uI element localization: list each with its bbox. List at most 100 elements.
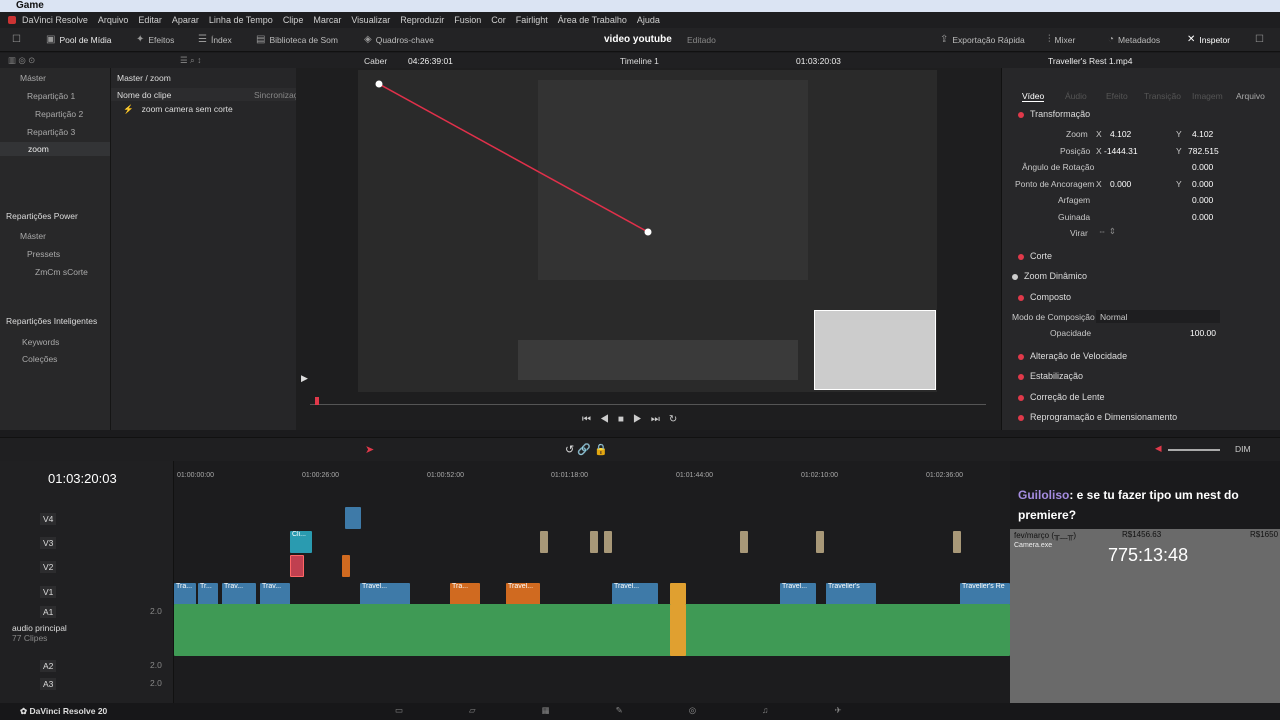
menu-item[interactable]: Aparar [172,15,199,25]
timeline-clip[interactable] [290,555,304,577]
tab-effect[interactable]: Efeito [1106,91,1128,101]
crop-section[interactable]: Corte [1018,251,1052,261]
keywords-bin[interactable]: Keywords [22,337,59,347]
scrubber-bar[interactable] [310,404,986,405]
tab-transition[interactable]: Transição [1144,91,1181,101]
quick-export-button[interactable]: ⇪ Exportação Rápida [940,28,1025,52]
timeline-clip[interactable] [590,531,598,553]
timeline-clip[interactable]: Travel... [612,583,658,605]
list-view-icon[interactable]: ☰ ⌕ ↕ [180,55,201,66]
retime-scaling-section[interactable]: Reprogramação e Dimensionamento [1018,412,1177,422]
transform-section[interactable]: Transformação [1018,109,1090,119]
index-button[interactable]: ☰ Índex [198,28,232,52]
media-pool-button[interactable]: ▣ Pool de Mídia [46,28,111,52]
timeline-clip[interactable] [740,531,748,553]
menu-item[interactable]: DaVinci Resolve [22,15,88,25]
tab-file[interactable]: Arquivo [1236,91,1265,101]
column-header-name[interactable]: Nome do clipe Sincronizaç [111,88,298,101]
menu-item[interactable]: Ajuda [637,15,660,25]
menu-item[interactable]: Reproduzir [400,15,444,25]
stabilization-section[interactable]: Estabilização [1018,371,1083,381]
power-master[interactable]: Máster [20,231,46,241]
menu-item[interactable]: Fairlight [516,15,548,25]
panel-toggle-icon[interactable]: ☐ [12,28,21,52]
timeline-clip[interactable]: Travel... [780,583,816,605]
track-a1[interactable]: A1 [40,606,57,618]
track-a2[interactable]: A2 [40,660,57,672]
composite-section[interactable]: Composto [1018,292,1071,302]
yaw-input[interactable]: 0.000 [1192,212,1213,222]
zoom-y-input[interactable]: 4.102 [1192,129,1213,139]
menu-item[interactable]: Linha de Tempo [209,15,273,25]
fit-dropdown[interactable]: Caber [364,56,387,66]
video-frame[interactable] [358,70,937,392]
position-y-input[interactable]: 782.515 [1188,146,1219,156]
menu-item[interactable]: Área de Trabalho [558,15,627,25]
timeline-clip[interactable]: Traveller's Re [960,583,1010,605]
anchor-y-input[interactable]: 0.000 [1192,179,1213,189]
snap-icon[interactable]: ↺ 🔗 🔒 [565,443,608,456]
mixer-button[interactable]: ⫶ Mixer [1048,28,1075,52]
position-x-input[interactable]: -1444.31 [1104,146,1138,156]
clip-row[interactable]: ⚡ zoom camera sem corte [123,104,233,115]
bin-item[interactable]: Repartição 2 [35,109,83,119]
timeline-clip[interactable] [670,583,686,605]
timeline-clip[interactable]: Tr... [198,583,218,605]
timeline-clip[interactable]: Cli... [290,531,312,553]
webcam-overlay[interactable] [814,310,936,390]
tab-video[interactable]: Vídeo [1022,91,1045,102]
menu-item[interactable]: Editar [138,15,162,25]
timeline-clip[interactable]: Traveller's [826,583,876,605]
track-v4[interactable]: V4 [40,513,57,525]
zoom-x-input[interactable]: 4.102 [1110,129,1131,139]
anchor-x-input[interactable]: 0.000 [1110,179,1131,189]
bin-master[interactable]: Máster [20,73,46,83]
menu-item[interactable]: Marcar [313,15,341,25]
track-v2[interactable]: V2 [40,561,57,573]
menu-item[interactable]: Clipe [283,15,304,25]
menu-item[interactable]: Arquivo [98,15,129,25]
bin-item[interactable]: Repartição 3 [27,127,75,137]
playhead-marker[interactable] [315,397,319,405]
menu-item[interactable]: Fusion [454,15,481,25]
timeline-clip[interactable]: Trav... [222,583,256,605]
timeline-clip[interactable] [540,531,548,553]
zmcm-bin[interactable]: ZmCm sCorte [35,267,88,277]
dim-button[interactable]: DIM [1235,444,1251,454]
bin-item-selected[interactable]: zoom [0,142,110,156]
pitch-input[interactable]: 0.000 [1192,195,1213,205]
timeline-clip[interactable]: Travel... [360,583,410,605]
tab-audio[interactable]: Áudio [1065,91,1087,101]
track-v3[interactable]: V3 [40,537,57,549]
track-v1[interactable]: V1 [40,586,57,598]
tab-image[interactable]: Imagem [1192,91,1223,101]
inspector-button[interactable]: ✕ Inspetor [1187,28,1230,52]
timeline-clip[interactable] [816,531,824,553]
menu-item[interactable]: Visualizar [351,15,390,25]
rotation-input[interactable]: 0.000 [1192,162,1213,172]
timeline-selector[interactable]: Timeline 1 [620,56,659,66]
timeline-clip[interactable]: Travel... [506,583,540,605]
pressets-bin[interactable]: Pressets [27,249,60,259]
timeline-clip[interactable]: Tra... [450,583,480,605]
play-icon[interactable]: ▶ [301,373,308,384]
volume-slider[interactable] [1168,449,1220,451]
speed-section[interactable]: Alteração de Velocidade [1018,351,1127,361]
timeline-clip[interactable]: Tra... [174,583,196,605]
metadata-button[interactable]: ◔ Metadados [1108,28,1160,52]
timeline-clip[interactable] [604,531,612,553]
select-tool-icon[interactable]: ➤ [365,443,374,456]
audio-clip-track[interactable] [174,604,1010,656]
transport-controls[interactable]: ⏮◀■▶⏭↻ [582,414,686,425]
dynamic-zoom-section[interactable]: Zoom Dinâmico [1012,271,1087,281]
opacity-input[interactable]: 100.00 [1190,328,1216,338]
audio-clip[interactable] [670,604,686,656]
track-a3[interactable]: A3 [40,678,57,690]
view-options-icon[interactable]: ▥ ◎ ⊙ [8,55,35,66]
keyframes-button[interactable]: ◈ Quadros-chave [364,28,434,52]
timeline-clip[interactable] [345,507,361,529]
collections-bin[interactable]: Coleções [22,354,57,364]
timeline-clip[interactable] [953,531,961,553]
page-tabs[interactable]: ▭▱▦✎◎♫✈ [395,705,908,716]
composite-mode-select[interactable]: Normal [1096,310,1220,323]
